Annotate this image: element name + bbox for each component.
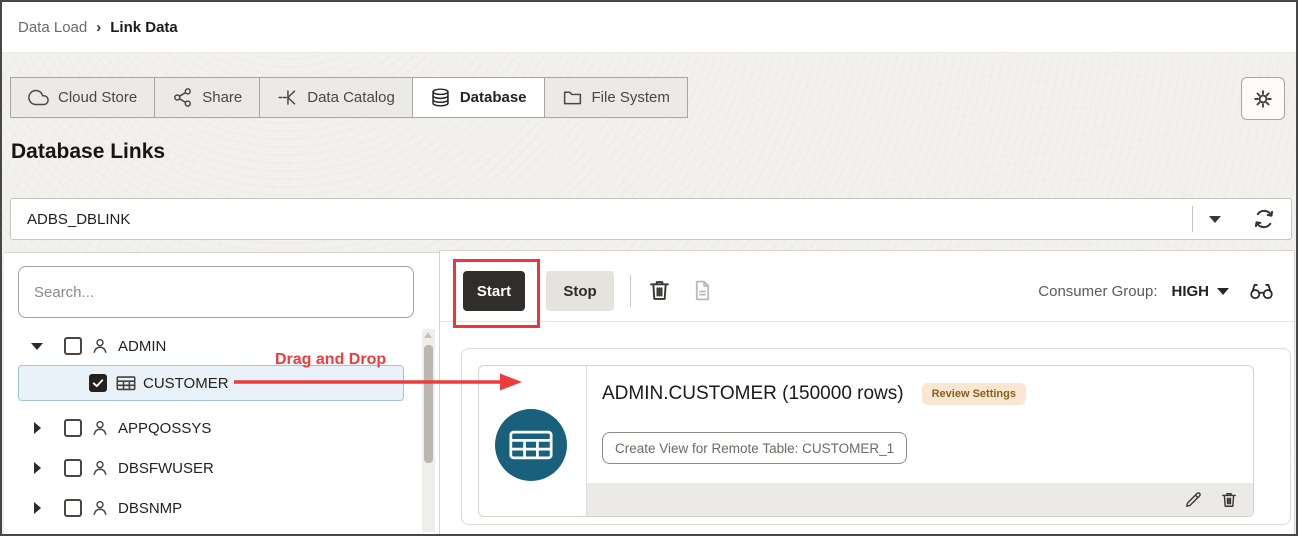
admin-checkbox[interactable]	[64, 337, 82, 355]
check-icon	[91, 376, 105, 390]
stop-button[interactable]: Stop	[546, 271, 614, 311]
cloud-icon	[28, 87, 49, 108]
page-title: Database Links	[11, 140, 165, 164]
card-action-strip	[587, 483, 1253, 516]
chevron-down-icon	[1209, 216, 1221, 223]
delete-button[interactable]	[646, 277, 673, 304]
tree-node-label: CUSTOMER	[143, 375, 229, 392]
dblink-select[interactable]: ADBS_DBLINK	[10, 198, 1292, 240]
dblink-dropdown-button[interactable]	[1193, 216, 1237, 223]
scroll-up-arrow-icon[interactable]	[424, 332, 432, 338]
job-title: ADMIN.CUSTOMER (150000 rows)	[602, 383, 904, 405]
folder-icon	[562, 87, 583, 108]
user-icon	[90, 335, 112, 357]
trash-icon	[1219, 490, 1239, 510]
user-icon	[90, 497, 112, 519]
refresh-icon	[1252, 207, 1276, 231]
tab-label: Data Catalog	[307, 89, 395, 106]
table-icon	[509, 430, 553, 460]
consumer-group-label: Consumer Group:	[1038, 283, 1157, 300]
preview-button[interactable]	[1249, 279, 1274, 304]
document-icon	[690, 278, 715, 303]
tree-node-admin[interactable]: ADMIN	[30, 333, 166, 359]
dbsnmp-checkbox[interactable]	[64, 499, 82, 517]
tree-node-label: APPQOSSYS	[118, 420, 211, 437]
edit-button[interactable]	[1183, 490, 1203, 510]
tab-file-system[interactable]: File System	[544, 77, 688, 118]
table-icon	[115, 372, 137, 394]
dblink-selected-value: ADBS_DBLINK	[11, 211, 1192, 228]
dbsfwuser-checkbox[interactable]	[64, 459, 82, 477]
tree-node-dbsfwuser[interactable]: DBSFWUSER	[30, 455, 214, 481]
card-icon-column	[479, 366, 587, 516]
database-icon	[430, 87, 451, 108]
table-badge	[495, 409, 567, 481]
chevron-right-icon[interactable]	[34, 502, 41, 514]
breadcrumb-separator: ›	[96, 19, 101, 36]
binoculars-icon	[1249, 279, 1274, 304]
tab-label: Database	[460, 89, 527, 106]
data-catalog-icon	[277, 87, 298, 108]
tab-database[interactable]: Database	[412, 77, 545, 118]
link-jobs-panel: Start Stop Consumer Group: HIGH	[439, 250, 1295, 534]
report-button-disabled[interactable]	[690, 278, 715, 303]
divider	[630, 275, 631, 307]
breadcrumb-current: Link Data	[110, 19, 178, 36]
tree-node-label: ADMIN	[118, 338, 166, 355]
search-input[interactable]	[18, 266, 414, 318]
user-icon	[90, 457, 112, 479]
refresh-button[interactable]	[1237, 207, 1291, 231]
trash-icon	[646, 277, 673, 304]
link-job-card: ADMIN.CUSTOMER (150000 rows) Review Sett…	[478, 365, 1254, 517]
chevron-down-icon	[1217, 288, 1229, 295]
tree-node-dbsnmp[interactable]: DBSNMP	[30, 495, 182, 521]
review-settings-badge[interactable]: Review Settings	[922, 383, 1026, 405]
tab-label: Cloud Store	[58, 89, 137, 106]
tab-cloud-store[interactable]: Cloud Store	[10, 77, 155, 118]
start-button[interactable]: Start	[463, 271, 525, 311]
tab-share[interactable]: Share	[154, 77, 260, 118]
delete-job-button[interactable]	[1219, 490, 1239, 510]
tab-label: File System	[592, 89, 670, 106]
consumer-group-controls: Consumer Group: HIGH	[1038, 271, 1274, 311]
appqossys-checkbox[interactable]	[64, 419, 82, 437]
chevron-right-icon[interactable]	[34, 422, 41, 434]
schema-tree-panel: ADMIN CUSTOMER APPQOSSYS DBSFWUSER DBSN	[4, 252, 439, 534]
share-icon	[172, 87, 193, 108]
link-job-card-container: ADMIN.CUSTOMER (150000 rows) Review Sett…	[461, 348, 1291, 525]
consumer-group-value: HIGH	[1172, 283, 1210, 300]
tree-node-label: DBSFWUSER	[118, 460, 214, 477]
tree-node-customer-selected[interactable]: CUSTOMER	[18, 365, 404, 401]
create-view-label: Create View for Remote Table: CUSTOMER_1	[602, 432, 907, 464]
chevron-right-icon[interactable]	[34, 462, 41, 474]
gear-icon	[1252, 88, 1274, 110]
divider	[440, 321, 1294, 322]
breadcrumb: Data Load › Link Data	[2, 2, 1296, 53]
consumer-group-dropdown[interactable]: HIGH	[1172, 283, 1230, 300]
pencil-icon	[1183, 490, 1203, 510]
breadcrumb-parent[interactable]: Data Load	[18, 19, 87, 36]
source-tabbar: Cloud Store Share Data Catalog Database …	[10, 77, 688, 118]
tree-node-appqossys[interactable]: APPQOSSYS	[30, 415, 211, 441]
tab-label: Share	[202, 89, 242, 106]
chevron-down-icon[interactable]	[31, 343, 43, 350]
scrollbar-thumb[interactable]	[424, 345, 433, 463]
tree-node-label: DBSNMP	[118, 500, 182, 517]
settings-button[interactable]	[1241, 77, 1285, 120]
tree-scrollbar[interactable]	[422, 329, 435, 532]
customer-checkbox[interactable]	[89, 374, 107, 392]
app-window: Data Load › Link Data Cloud Store Share …	[0, 0, 1298, 536]
drag-and-drop-annotation: Drag and Drop	[275, 351, 386, 369]
user-icon	[90, 417, 112, 439]
tab-data-catalog[interactable]: Data Catalog	[259, 77, 413, 118]
